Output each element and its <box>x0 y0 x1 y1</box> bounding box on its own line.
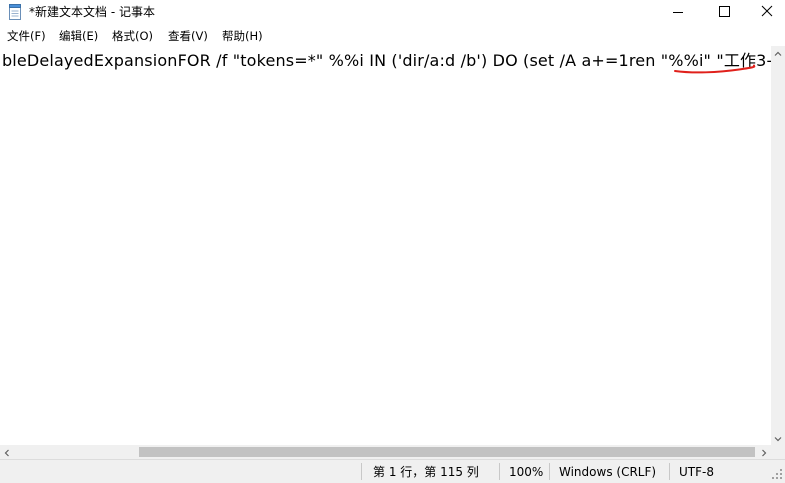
status-bar: 第 1 行，第 115 列 100% Windows (CRLF) UTF-8 <box>0 459 785 483</box>
minimize-icon <box>673 12 683 13</box>
status-separator <box>499 463 500 480</box>
status-cursor-position: 第 1 行，第 115 列 <box>373 465 479 479</box>
scroll-up-icon <box>774 51 782 56</box>
scroll-down-button[interactable] <box>771 431 785 445</box>
status-separator <box>669 463 670 480</box>
notepad-window: *新建文本文档 - 记事本 文件(F) 编辑(E) 格式(O) 查看(V) 帮助… <box>0 0 785 483</box>
resize-grip-icon[interactable] <box>771 468 783 480</box>
horizontal-scroll-thumb[interactable] <box>139 447 755 457</box>
scroll-left-button[interactable] <box>0 445 14 459</box>
close-icon <box>761 5 773 17</box>
status-line-ending: Windows (CRLF) <box>559 465 657 479</box>
status-zoom: 100% <box>509 465 544 479</box>
menu-help[interactable]: 帮助(H) <box>222 28 263 44</box>
maximize-icon <box>719 6 730 17</box>
menu-file[interactable]: 文件(F) <box>7 28 46 44</box>
menu-view[interactable]: 查看(V) <box>168 28 208 44</box>
scroll-down-icon <box>774 437 782 442</box>
notepad-icon[interactable] <box>8 4 22 20</box>
minimize-button[interactable] <box>655 0 701 24</box>
menu-edit[interactable]: 编辑(E) <box>59 28 98 44</box>
window-title: *新建文本文档 - 记事本 <box>29 5 155 19</box>
editor-line[interactable]: bleDelayedExpansionFOR /f "tokens=*" %%i… <box>2 50 771 72</box>
scroll-right-icon <box>762 449 767 457</box>
status-separator <box>549 463 550 480</box>
scrollbar-corner <box>771 445 785 459</box>
annotation-underline <box>674 64 756 74</box>
vertical-scrollbar[interactable] <box>771 46 785 445</box>
close-button[interactable] <box>747 0 785 24</box>
scroll-right-button[interactable] <box>757 445 771 459</box>
scroll-up-button[interactable] <box>771 46 785 60</box>
horizontal-scrollbar[interactable] <box>0 445 771 459</box>
editor-text-before: bleDelayedExpansionFOR /f "tokens=*" %%i… <box>2 51 717 70</box>
text-editor[interactable]: bleDelayedExpansionFOR /f "tokens=*" %%i… <box>0 46 771 445</box>
menu-format[interactable]: 格式(O) <box>112 28 153 44</box>
maximize-button[interactable] <box>701 0 747 24</box>
status-separator <box>361 463 362 480</box>
status-encoding: UTF-8 <box>679 465 714 479</box>
title-bar[interactable]: *新建文本文档 - 记事本 <box>0 0 785 24</box>
menu-bar: 文件(F) 编辑(E) 格式(O) 查看(V) 帮助(H) <box>0 26 785 46</box>
scroll-left-icon <box>4 449 9 457</box>
